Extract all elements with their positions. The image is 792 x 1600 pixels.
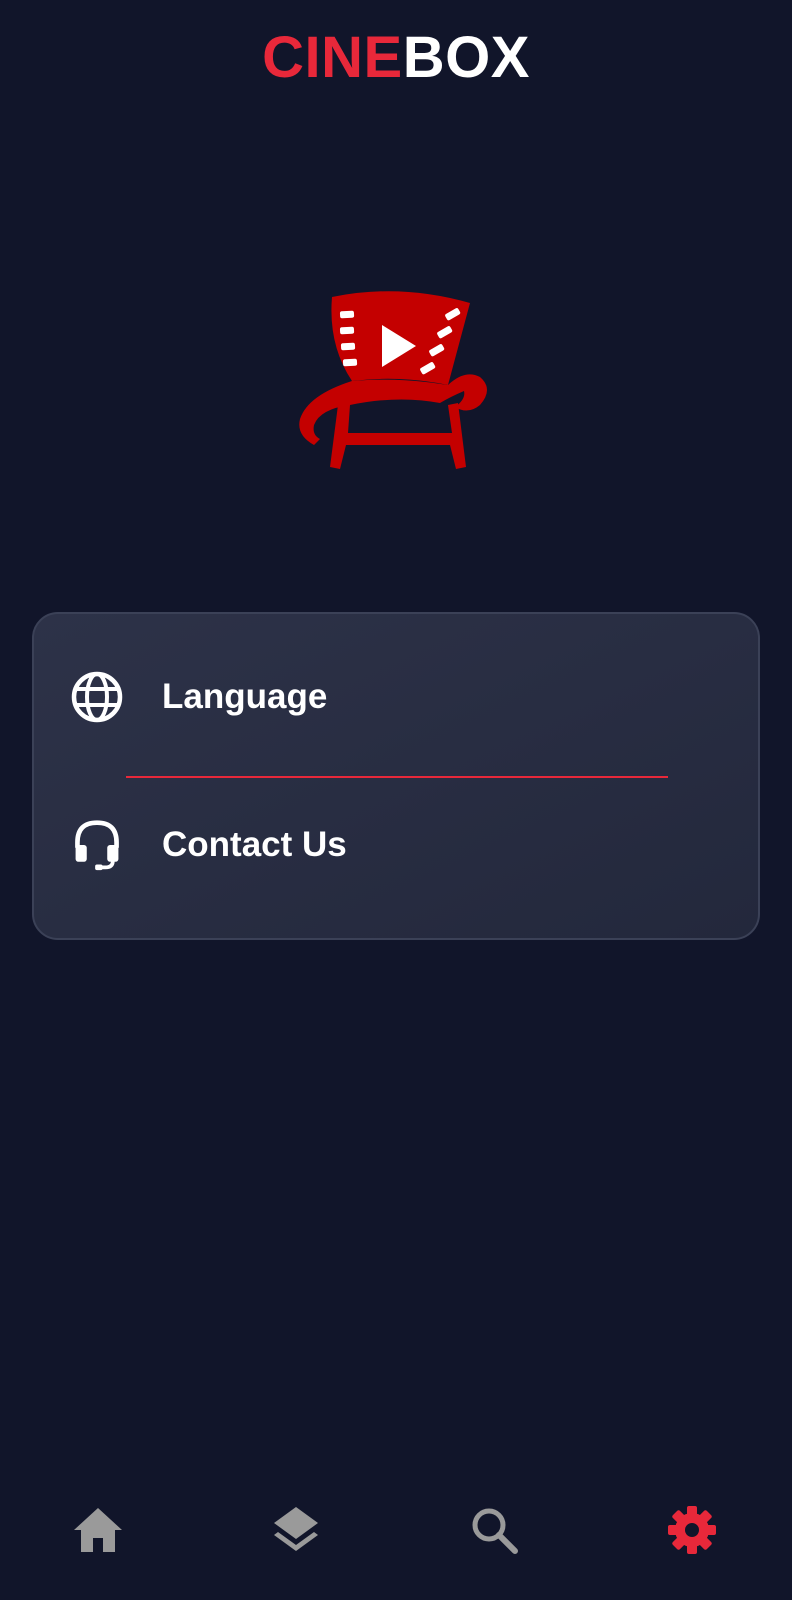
cinema-chair-icon	[299, 291, 487, 469]
nav-search[interactable]	[444, 1480, 544, 1580]
settings-divider	[126, 776, 668, 778]
nav-categories[interactable]	[246, 1480, 346, 1580]
contact-us-setting[interactable]: Contact Us	[34, 790, 758, 900]
cinebox-logo	[290, 285, 500, 480]
nav-home[interactable]	[48, 1480, 148, 1580]
layers-icon	[274, 1507, 318, 1551]
language-setting[interactable]: Language	[34, 642, 758, 752]
app-title-part-cine: CINE	[262, 25, 403, 90]
app-title-part-box: BOX	[402, 25, 530, 90]
bottom-navigation	[0, 1480, 792, 1580]
settings-card: Language Contact Us	[32, 612, 760, 940]
contact-us-label: Contact Us	[162, 825, 347, 864]
globe-icon	[71, 671, 123, 723]
search-icon	[472, 1508, 518, 1554]
home-icon	[74, 1508, 122, 1552]
headset-icon	[75, 820, 119, 871]
nav-settings[interactable]	[642, 1480, 742, 1580]
app-title: CINEBOX	[0, 22, 792, 94]
language-label: Language	[162, 677, 328, 716]
gear-icon	[668, 1506, 716, 1554]
